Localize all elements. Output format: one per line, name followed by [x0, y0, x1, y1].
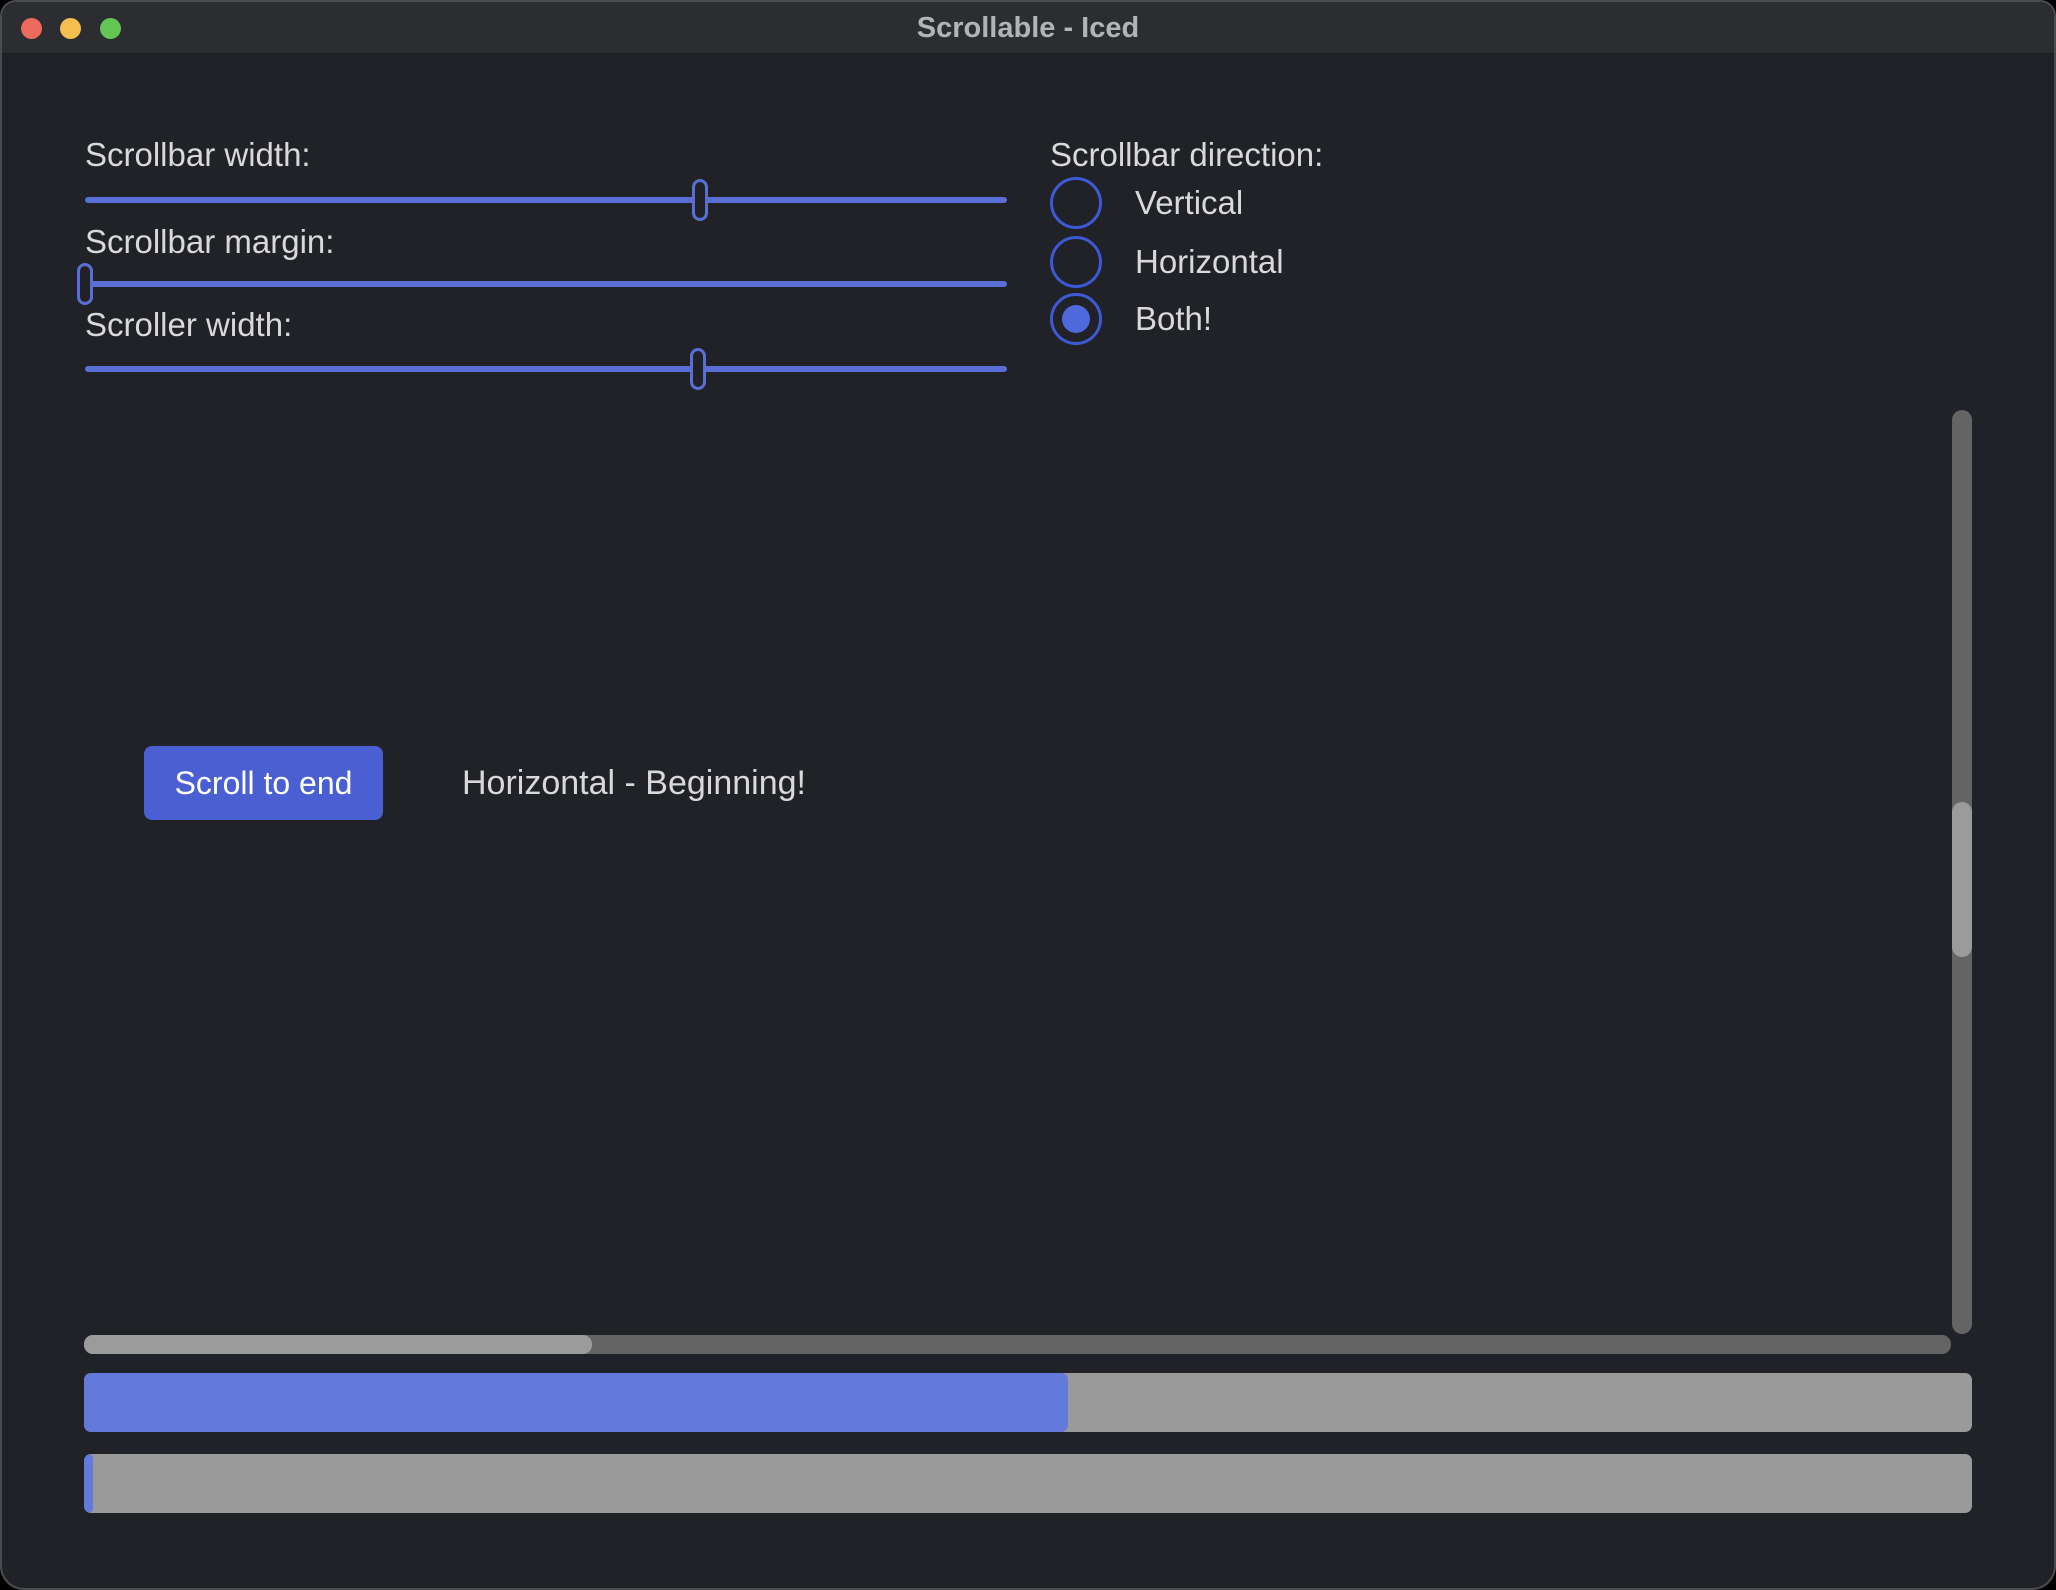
radio-vertical[interactable]: Vertical: [1050, 177, 1243, 229]
scroll-to-end-button[interactable]: Scroll to end: [144, 746, 383, 820]
window-title: Scrollable - Iced: [2, 2, 2054, 54]
slider-handle[interactable]: [690, 348, 706, 390]
scroll-to-end-button-label: Scroll to end: [175, 765, 353, 802]
scrollbar-margin-slider[interactable]: [85, 263, 1007, 305]
progress-fill: [84, 1454, 93, 1513]
slider-handle[interactable]: [692, 179, 708, 221]
scroller-width-label: Scroller width:: [85, 306, 292, 344]
slider-track[interactable]: [85, 197, 1007, 203]
progress-fill: [84, 1373, 1068, 1432]
horizontal-progress-bar: [84, 1373, 1972, 1432]
scroll-status-text: Horizontal - Beginning!: [462, 746, 806, 820]
close-button[interactable]: [21, 18, 42, 39]
scrollbar-direction-label: Scrollbar direction:: [1050, 136, 1323, 174]
minimize-button[interactable]: [60, 18, 81, 39]
radio-label: Vertical: [1135, 184, 1243, 222]
radio-circle-icon[interactable]: [1050, 293, 1102, 345]
scrollbar-width-label: Scrollbar width:: [85, 136, 311, 174]
radio-circle-icon[interactable]: [1050, 236, 1102, 288]
scroller-width-slider[interactable]: [85, 348, 1007, 390]
vertical-scrollbar-thumb[interactable]: [1952, 802, 1972, 957]
scrollbar-width-slider[interactable]: [85, 179, 1007, 221]
slider-track[interactable]: [85, 281, 1007, 287]
slider-handle[interactable]: [77, 263, 93, 305]
horizontal-scrollbar-thumb[interactable]: [84, 1335, 592, 1354]
slider-track[interactable]: [85, 366, 1007, 372]
zoom-button[interactable]: [100, 18, 121, 39]
scrollbar-margin-label: Scrollbar margin:: [85, 223, 334, 261]
vertical-progress-bar: [84, 1454, 1972, 1513]
radio-circle-icon[interactable]: [1050, 177, 1102, 229]
radio-both[interactable]: Both!: [1050, 293, 1212, 345]
radio-label: Horizontal: [1135, 243, 1284, 281]
vertical-scrollbar-track[interactable]: [1952, 410, 1972, 1334]
radio-selected-dot-icon: [1062, 305, 1090, 333]
radio-horizontal[interactable]: Horizontal: [1050, 236, 1284, 288]
app-window: Scrollable - Iced Scrollbar width: Scrol…: [0, 0, 2056, 1590]
radio-label: Both!: [1135, 300, 1212, 338]
titlebar[interactable]: Scrollable - Iced: [2, 2, 2054, 54]
horizontal-scrollbar-track[interactable]: [84, 1335, 1951, 1354]
